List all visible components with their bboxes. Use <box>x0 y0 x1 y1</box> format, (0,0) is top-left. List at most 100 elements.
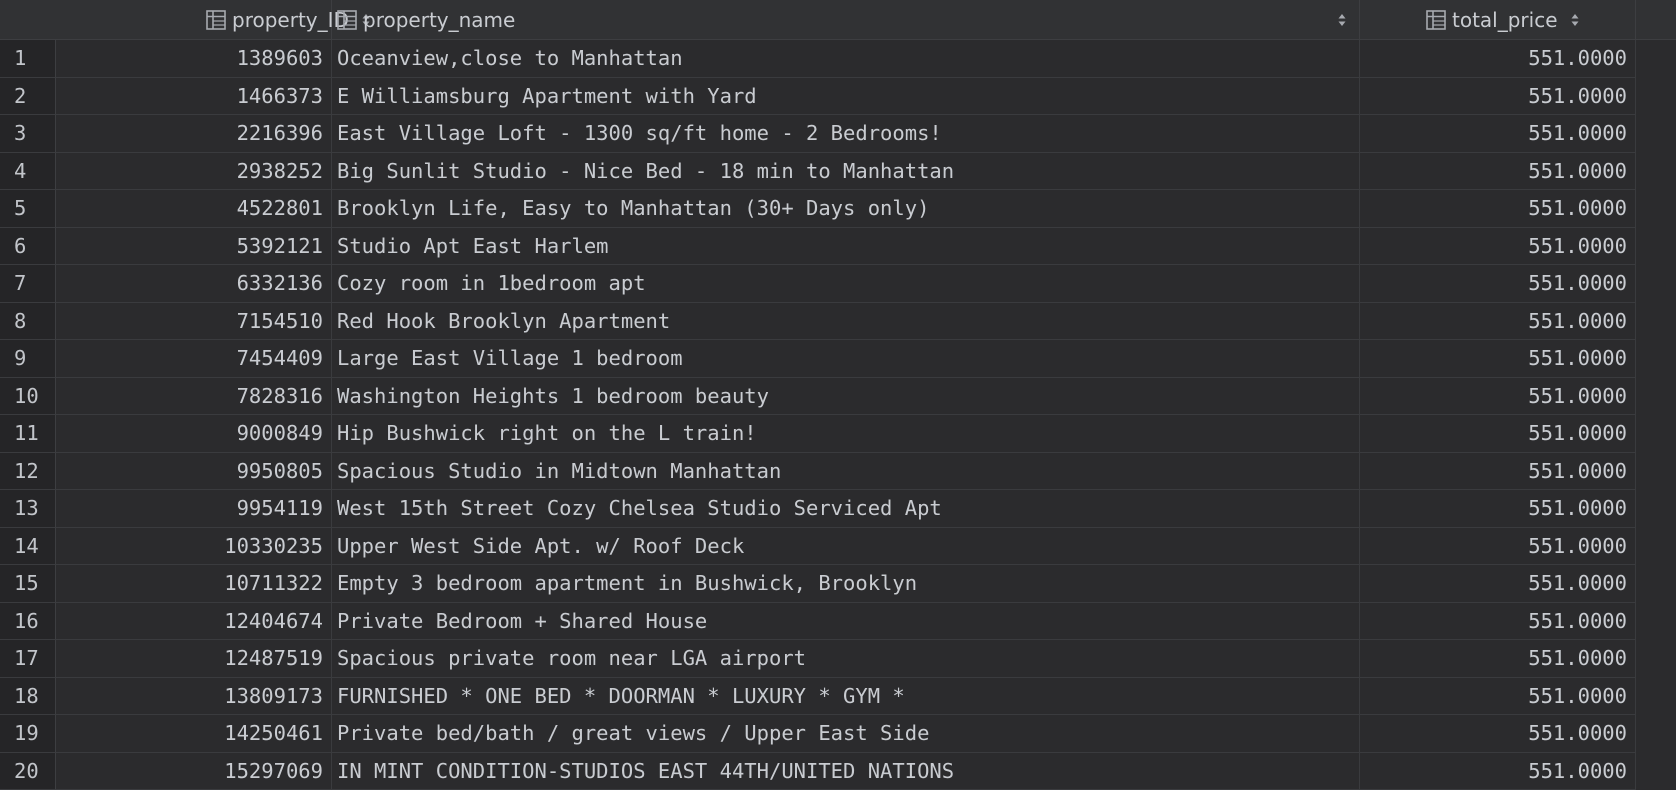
cell-total-price[interactable]: 551.0000 <box>1360 77 1636 115</box>
cell-total-price[interactable]: 551.0000 <box>1360 152 1636 190</box>
cell-property-name[interactable]: Large East Village 1 bedroom <box>332 340 1360 378</box>
cell-property-id[interactable]: 12404674 <box>56 602 332 640</box>
cell-property-id[interactable]: 14250461 <box>56 715 332 753</box>
table-row[interactable]: 13 9954119 West 15th Street Cozy Chelsea S… <box>0 490 1676 528</box>
cell-total-price[interactable]: 551.0000 <box>1360 527 1636 565</box>
cell-property-name[interactable]: IN MINT CONDITION-STUDIOS EAST 44TH/UNIT… <box>332 752 1360 790</box>
cell-property-id[interactable]: 12487519 <box>56 640 332 678</box>
row-number[interactable]: 19 <box>0 715 56 753</box>
table-row[interactable]: 7 6332136 Cozy room in 1bedroom apt 551.000… <box>0 265 1676 303</box>
cell-property-id[interactable]: 9954119 <box>56 490 332 528</box>
column-header-property-name[interactable]: property_name <box>332 0 1360 40</box>
cell-property-id[interactable]: 9950805 <box>56 452 332 490</box>
cell-total-price[interactable]: 551.0000 <box>1360 377 1636 415</box>
cell-total-price[interactable]: 551.0000 <box>1360 677 1636 715</box>
cell-property-id[interactable]: 15297069 <box>56 752 332 790</box>
cell-property-id[interactable]: 4522801 <box>56 190 332 228</box>
cell-total-price[interactable]: 551.0000 <box>1360 565 1636 603</box>
row-number[interactable]: 5 <box>0 190 56 228</box>
cell-total-price[interactable]: 551.0000 <box>1360 340 1636 378</box>
table-row[interactable]: 6 5392121 Studio Apt East Harlem 551.0000 <box>0 227 1676 265</box>
cell-total-price[interactable]: 551.0000 <box>1360 415 1636 453</box>
table-row[interactable]: 2 1466373 E Williamsburg Apartment with Ya… <box>0 77 1676 115</box>
cell-property-name[interactable]: Washington Heights 1 bedroom beauty <box>332 377 1360 415</box>
cell-total-price[interactable]: 551.0000 <box>1360 752 1636 790</box>
cell-total-price[interactable]: 551.0000 <box>1360 40 1636 78</box>
table-row[interactable]: 15 10711322 Empty 3 bedroom apartment in B… <box>0 565 1676 603</box>
cell-property-name[interactable]: Brooklyn Life, Easy to Manhattan (30+ Da… <box>332 190 1360 228</box>
row-number[interactable]: 12 <box>0 452 56 490</box>
cell-property-name[interactable]: Private Bedroom + Shared House <box>332 602 1360 640</box>
cell-property-name[interactable]: E Williamsburg Apartment with Yard <box>332 77 1360 115</box>
table-row[interactable]: 4 2938252 Big Sunlit Studio - Nice Bed - 1… <box>0 152 1676 190</box>
cell-total-price[interactable]: 551.0000 <box>1360 490 1636 528</box>
cell-total-price[interactable]: 551.0000 <box>1360 302 1636 340</box>
table-row[interactable]: 16 12404674 Private Bedroom + Shared House… <box>0 602 1676 640</box>
table-row[interactable]: 1 1389603 Oceanview,close to Manhattan 551.… <box>0 40 1676 78</box>
cell-property-name[interactable]: Spacious Studio in Midtown Manhattan <box>332 452 1360 490</box>
cell-property-id[interactable]: 10711322 <box>56 565 332 603</box>
cell-total-price[interactable]: 551.0000 <box>1360 640 1636 678</box>
sort-arrows-icon[interactable] <box>1337 12 1347 28</box>
cell-property-id[interactable]: 5392121 <box>56 227 332 265</box>
cell-property-id[interactable]: 7828316 <box>56 377 332 415</box>
row-number[interactable]: 3 <box>0 115 56 153</box>
cell-property-name[interactable]: Red Hook Brooklyn Apartment <box>332 302 1360 340</box>
cell-property-name[interactable]: FURNISHED * ONE BED * DOORMAN * LUXURY *… <box>332 677 1360 715</box>
cell-property-id[interactable]: 2938252 <box>56 152 332 190</box>
cell-property-name[interactable]: West 15th Street Cozy Chelsea Studio Ser… <box>332 490 1360 528</box>
row-number[interactable]: 13 <box>0 490 56 528</box>
cell-property-id[interactable]: 1389603 <box>56 40 332 78</box>
row-number[interactable]: 6 <box>0 227 56 265</box>
table-row[interactable]: 18 13809173 FURNISHED * ONE BED * DOORMAN … <box>0 677 1676 715</box>
cell-property-id[interactable]: 7154510 <box>56 302 332 340</box>
table-row[interactable]: 19 14250461 Private bed/bath / great views… <box>0 715 1676 753</box>
cell-property-name[interactable]: Spacious private room near LGA airport <box>332 640 1360 678</box>
column-header-total-price[interactable]: total_price <box>1360 0 1636 40</box>
row-number[interactable]: 8 <box>0 302 56 340</box>
row-number[interactable]: 1 <box>0 40 56 78</box>
row-number[interactable]: 2 <box>0 77 56 115</box>
row-number[interactable]: 18 <box>0 677 56 715</box>
row-number[interactable]: 15 <box>0 565 56 603</box>
cell-property-id[interactable]: 7454409 <box>56 340 332 378</box>
row-number[interactable]: 9 <box>0 340 56 378</box>
row-number[interactable]: 20 <box>0 752 56 790</box>
cell-total-price[interactable]: 551.0000 <box>1360 265 1636 303</box>
cell-property-name[interactable]: East Village Loft - 1300 sq/ft home - 2 … <box>332 115 1360 153</box>
table-row[interactable]: 8 7154510 Red Hook Brooklyn Apartment 551.0… <box>0 302 1676 340</box>
cell-property-name[interactable]: Hip Bushwick right on the L train! <box>332 415 1360 453</box>
sort-arrows-icon[interactable] <box>1570 12 1580 28</box>
row-number[interactable]: 14 <box>0 527 56 565</box>
cell-total-price[interactable]: 551.0000 <box>1360 190 1636 228</box>
cell-property-id[interactable]: 2216396 <box>56 115 332 153</box>
row-number[interactable]: 16 <box>0 602 56 640</box>
table-row[interactable]: 11 9000849 Hip Bushwick right on the L tra… <box>0 415 1676 453</box>
cell-total-price[interactable]: 551.0000 <box>1360 715 1636 753</box>
cell-property-name[interactable]: Big Sunlit Studio - Nice Bed - 18 min to… <box>332 152 1360 190</box>
row-number[interactable]: 10 <box>0 377 56 415</box>
table-row[interactable]: 20 15297069 IN MINT CONDITION-STUDIOS EAST… <box>0 752 1676 790</box>
cell-property-name[interactable]: Private bed/bath / great views / Upper E… <box>332 715 1360 753</box>
table-row[interactable]: 12 9950805 Spacious Studio in Midtown Manh… <box>0 452 1676 490</box>
cell-property-name[interactable]: Studio Apt East Harlem <box>332 227 1360 265</box>
table-row[interactable]: 3 2216396 East Village Loft - 1300 sq/ft h… <box>0 115 1676 153</box>
cell-total-price[interactable]: 551.0000 <box>1360 227 1636 265</box>
cell-property-id[interactable]: 1466373 <box>56 77 332 115</box>
table-row[interactable]: 14 10330235 Upper West Side Apt. w/ Roof D… <box>0 527 1676 565</box>
cell-property-id[interactable]: 13809173 <box>56 677 332 715</box>
cell-property-name[interactable]: Empty 3 bedroom apartment in Bushwick, B… <box>332 565 1360 603</box>
table-row[interactable]: 5 4522801 Brooklyn Life, Easy to Manhattan… <box>0 190 1676 228</box>
cell-property-name[interactable]: Upper West Side Apt. w/ Roof Deck <box>332 527 1360 565</box>
table-row[interactable]: 9 7454409 Large East Village 1 bedroom 551.… <box>0 340 1676 378</box>
table-row[interactable]: 17 12487519 Spacious private room near LGA… <box>0 640 1676 678</box>
cell-total-price[interactable]: 551.0000 <box>1360 452 1636 490</box>
cell-property-name[interactable]: Oceanview,close to Manhattan <box>332 40 1360 78</box>
row-number[interactable]: 4 <box>0 152 56 190</box>
column-header-property-id[interactable]: property_ID <box>56 0 370 40</box>
cell-property-id[interactable]: 6332136 <box>56 265 332 303</box>
row-number[interactable]: 17 <box>0 640 56 678</box>
row-number[interactable]: 11 <box>0 415 56 453</box>
cell-property-id[interactable]: 10330235 <box>56 527 332 565</box>
table-row[interactable]: 10 7828316 Washington Heights 1 bedroom be… <box>0 377 1676 415</box>
